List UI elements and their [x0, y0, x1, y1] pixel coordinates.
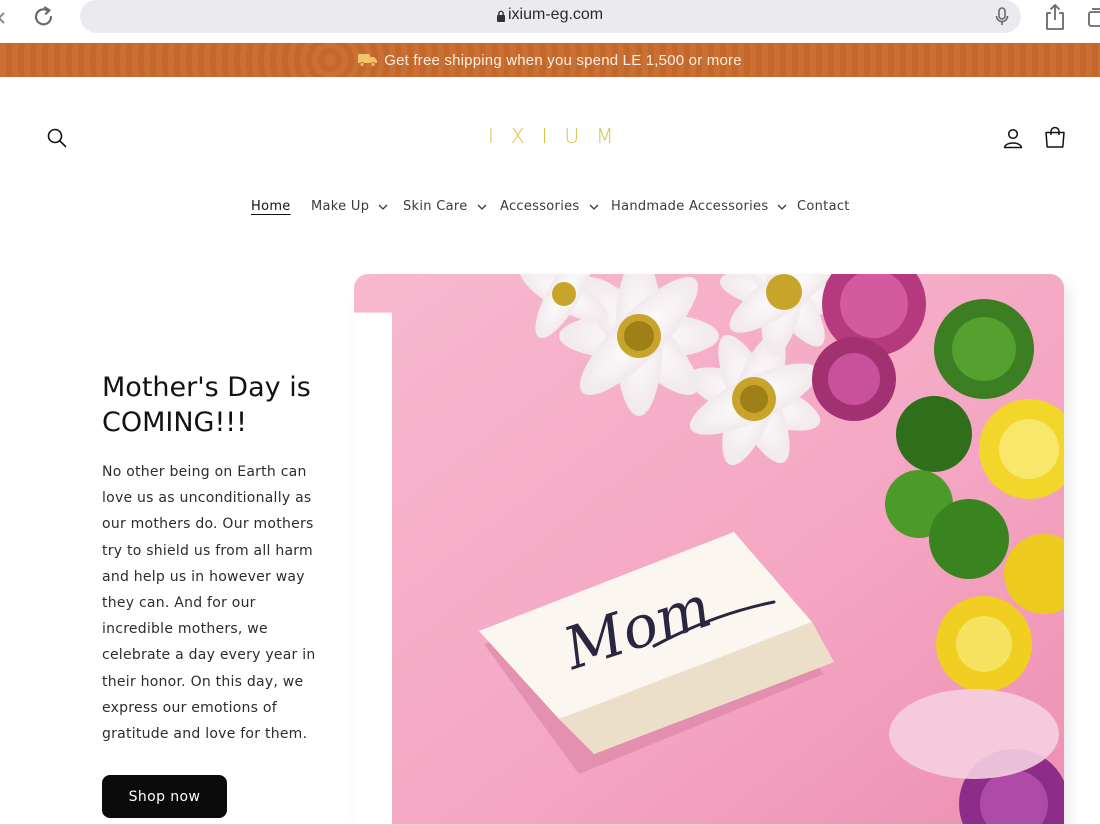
url-text[interactable]: ixium-eg.com	[508, 6, 603, 24]
account-icon[interactable]	[1002, 127, 1024, 149]
search-icon[interactable]	[46, 127, 68, 149]
chevron-down-icon	[378, 204, 388, 210]
hero-title-line1: Mother's Day is	[102, 372, 311, 403]
browser-toolbar: ixium-eg.com	[0, 0, 1100, 43]
nav-item-home[interactable]: Home	[251, 199, 291, 214]
truck-icon	[358, 54, 378, 67]
reload-icon[interactable]	[31, 4, 57, 30]
nav-item-label: Make Up	[311, 199, 370, 214]
chevron-down-icon	[777, 204, 787, 210]
lock-icon	[497, 10, 505, 22]
chevron-down-icon	[477, 204, 487, 210]
nav-item-make-up[interactable]: Make Up	[311, 199, 388, 214]
nav-item-handmade-accessories[interactable]: Handmade Accessories	[611, 199, 787, 214]
nav-item-skin-care[interactable]: Skin Care	[403, 199, 487, 214]
main-nav: Home Make Up Skin Care Accessories Handm…	[0, 199, 1100, 221]
nav-item-label: Home	[251, 199, 291, 214]
nav-item-label: Accessories	[500, 199, 580, 214]
hero-image: Mom	[354, 274, 1064, 825]
site-logo[interactable]: IXIUM	[488, 124, 614, 152]
nav-item-contact[interactable]: Contact	[797, 199, 850, 214]
address-bar[interactable]: ixium-eg.com	[80, 0, 1021, 33]
microphone-icon[interactable]	[994, 6, 1010, 28]
nav-item-label: Handmade Accessories	[611, 199, 769, 214]
announcement-bar: Get free shipping when you spend LE 1,50…	[0, 43, 1100, 77]
share-icon[interactable]	[1042, 3, 1068, 31]
shop-now-button[interactable]: Shop now	[102, 775, 227, 818]
hero-image-corner	[354, 312, 392, 825]
hero-title: Mother's Day is COMING!!!	[102, 370, 362, 440]
back-icon[interactable]	[0, 12, 6, 24]
tabs-icon[interactable]	[1086, 7, 1100, 27]
cart-icon[interactable]	[1043, 126, 1067, 150]
hero-description: No other being on Earth can love us as u…	[102, 464, 316, 743]
nav-item-accessories[interactable]: Accessories	[500, 199, 599, 214]
hero-title-line2: COMING!!!	[102, 407, 247, 438]
chevron-down-icon	[589, 204, 598, 210]
nav-item-label: Skin Care	[403, 199, 468, 214]
nav-item-label: Contact	[797, 199, 850, 214]
announcement-text: Get free shipping when you spend LE 1,50…	[384, 51, 742, 69]
